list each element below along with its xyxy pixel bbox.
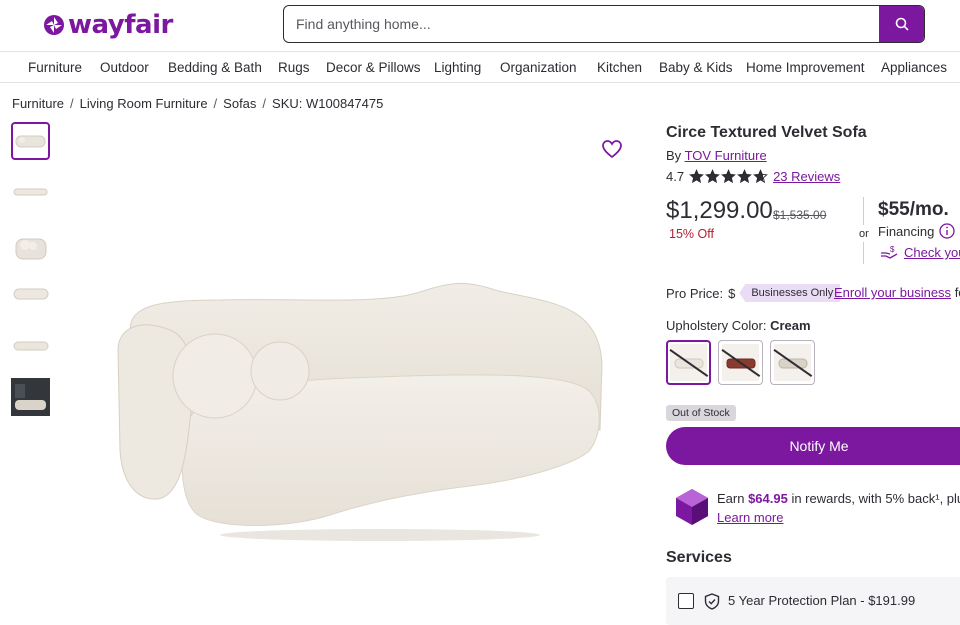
sofa-thumb-image [13,288,48,300]
rewards-text: Earn $64.95 in rewards, with 5% back¹, p… [717,491,960,506]
enroll-business-link[interactable]: Enroll your business [834,285,951,300]
nav-home-improvement[interactable]: Home Improvement [746,60,865,75]
nav-furniture[interactable]: Furniture [28,60,82,75]
thumbnail-6[interactable] [11,378,50,416]
product-main-image [117,282,603,541]
learn-more-row: Learn more [717,510,783,525]
nav-lighting[interactable]: Lighting [434,60,481,75]
check-rate-link[interactable]: Check you [904,245,960,260]
breadcrumb-separator: / [70,96,74,111]
nav-decor-pillows[interactable]: Decor & Pillows [326,60,421,75]
star-icon [705,169,720,184]
price-divider [863,197,864,225]
enroll-row: Enroll your business fo [834,285,960,300]
nav-organization[interactable]: Organization [500,60,577,75]
sofa-thumb-image [13,341,48,351]
site-header: wayfair [0,0,960,52]
check-rate-row: $ Check you [880,245,960,260]
thumbnail-1[interactable] [11,122,50,160]
swatch-cream-image [669,344,709,381]
learn-more-link[interactable]: Learn more [717,510,783,525]
search-icon [895,17,909,31]
protection-plan-checkbox[interactable] [678,593,694,609]
sofa-thumb-image [15,135,46,148]
pro-price-label: Pro Price: [666,285,724,301]
breadcrumb-sofas[interactable]: Sofas [223,96,256,111]
thumbnail-4[interactable] [11,275,50,313]
rating-value: 4.7 [666,169,685,184]
breadcrumb: Furniture / Living Room Furniture / Sofa… [12,96,383,111]
rewards-suffix: in rewards, with 5% back¹, plu [787,491,960,506]
wayfair-logo[interactable]: wayfair [43,10,173,40]
category-nav: Furniture Outdoor Bedding & Bath Rugs De… [0,52,960,83]
room-thumb-image [11,378,50,416]
businesses-only-badge: Businesses Only [739,284,841,302]
services-heading: Services [666,549,732,566]
rating-row: 4.7 23 Reviews [666,169,840,184]
current-price: $1,299.00 [666,197,773,224]
shield-icon [704,593,720,610]
breadcrumb-living-room[interactable]: Living Room Furniture [80,96,208,111]
swatch-rust[interactable] [718,340,763,385]
monthly-price: $55/mo. [878,199,949,220]
notify-me-button[interactable]: Notify Me [666,427,960,465]
selected-color: Cream [770,318,811,333]
reviews-link[interactable]: 23 Reviews [773,169,840,184]
swatch-cream[interactable] [666,340,711,385]
protection-plan-label: 5 Year Protection Plan - $191.99 [728,593,916,608]
rewards-amount: $64.95 [748,491,788,506]
hand-money-icon: $ [881,245,898,259]
nav-rugs[interactable]: Rugs [278,60,310,75]
logo-pinwheel-icon [44,15,64,35]
breadcrumb-separator: / [262,96,267,111]
nav-baby-kids[interactable]: Baby & Kids [659,60,733,75]
financing-label: Financing [878,223,935,239]
or-label: or [859,228,869,240]
upholstery-color-label: Upholstery Color: Cream [666,318,811,333]
swatch-beige-image [773,344,813,381]
search-input[interactable] [284,6,880,41]
nav-kitchen[interactable]: Kitchen [597,60,642,75]
enroll-suffix: fo [954,285,960,300]
rewards-prefix: Earn [717,491,749,506]
heart-icon[interactable] [601,138,623,160]
pro-price-row: Pro Price: $ Businesses Only [666,284,841,302]
rewards-gem-icon [676,489,708,525]
thumbnail-2[interactable] [11,173,50,211]
product-title: Circe Textured Velvet Sofa [666,124,867,141]
star-rating [689,169,768,184]
discount-label: 15% Off [669,227,714,241]
sofa-thumb-image [13,188,48,196]
financing-row: Financing [878,223,956,239]
breadcrumb-sku: SKU: W100847475 [272,96,384,111]
search-bar [283,5,925,43]
search-button[interactable] [879,6,924,42]
out-of-stock-badge: Out of Stock [666,405,736,421]
price-divider [863,242,864,264]
sofa-thumb-image [15,238,46,260]
swatch-beige[interactable] [770,340,815,385]
thumbnail-5[interactable] [11,326,50,364]
breadcrumb-separator: / [213,96,218,111]
breadcrumb-furniture[interactable]: Furniture [12,96,64,111]
star-icon [689,169,704,184]
svg-text:$: $ [890,245,895,254]
brand-link[interactable]: TOV Furniture [685,148,767,163]
swatch-rust-image [721,344,761,381]
logo-text: wayfair [68,10,173,40]
nav-bedding-bath[interactable]: Bedding & Bath [168,60,262,75]
nav-appliances[interactable]: Appliances [881,60,947,75]
pro-price-symbol: $ [728,285,736,301]
by-label: By [666,148,682,163]
star-icon [721,169,736,184]
byline: By TOV Furniture [666,148,767,163]
star-icon [737,169,752,184]
original-price: $1,535.00 [773,208,827,222]
nav-outdoor[interactable]: Outdoor [100,60,149,75]
star-icon [753,169,768,184]
notify-me-label: Notify Me [789,438,849,454]
info-icon[interactable] [939,223,956,239]
thumbnail-3[interactable] [11,227,50,265]
color-label-text: Upholstery Color: [666,318,767,333]
